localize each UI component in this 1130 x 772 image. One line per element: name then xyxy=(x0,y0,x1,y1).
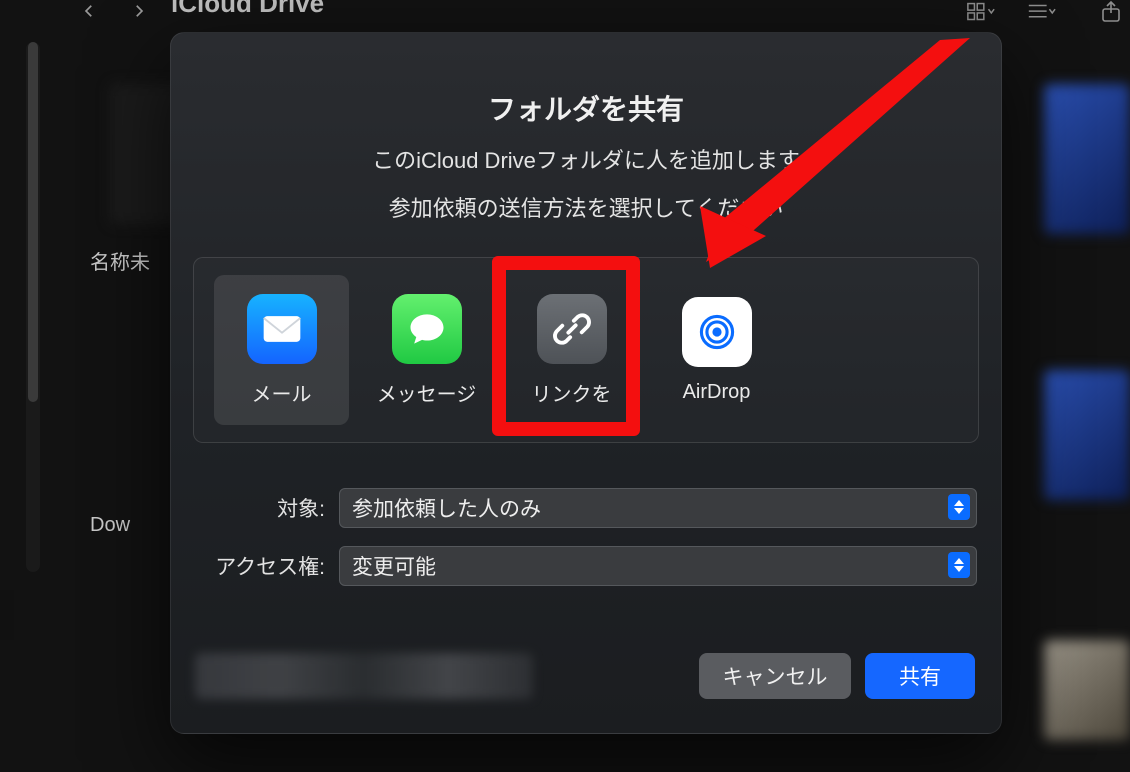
audience-row: 対象: 参加依頼した人のみ xyxy=(195,488,977,528)
share-option-label: メッセージ xyxy=(377,378,477,407)
share-option-label: メール xyxy=(252,378,312,407)
share-option-message[interactable]: メッセージ xyxy=(359,275,494,425)
sidebar-item-stub xyxy=(0,590,14,640)
sidebar-scrollbar[interactable] xyxy=(26,42,40,572)
file-thumb xyxy=(1044,370,1130,500)
audience-label: 対象: xyxy=(195,493,325,523)
forward-button[interactable] xyxy=(125,0,153,22)
annotation-highlight-box xyxy=(492,256,640,436)
file-thumb xyxy=(1044,84,1130,234)
message-icon xyxy=(392,294,462,364)
cancel-button[interactable]: キャンセル xyxy=(699,653,851,699)
location-title: iCloud Drive xyxy=(171,0,324,19)
dialog-instruction: 参加依頼の送信方法を選択してください xyxy=(171,191,1001,223)
file-thumb xyxy=(1044,640,1130,740)
redacted-info xyxy=(195,653,533,699)
permission-select[interactable]: 変更可能 xyxy=(339,546,977,586)
share-button[interactable]: 共有 xyxy=(865,653,975,699)
share-toolbar-icon[interactable] xyxy=(1096,0,1126,29)
dialog-subtitle: このiCloud Driveフォルダに人を追加します xyxy=(171,143,1001,175)
audience-value: 参加依頼した人のみ xyxy=(352,493,541,523)
select-stepper-icon xyxy=(948,552,970,578)
back-button[interactable] xyxy=(75,0,103,22)
mail-icon xyxy=(247,294,317,364)
dialog-title: フォルダを共有 xyxy=(171,88,1001,128)
permission-label: アクセス権: xyxy=(195,551,325,581)
select-stepper-icon xyxy=(948,494,970,520)
view-mode-icon-grid[interactable] xyxy=(966,0,996,29)
permission-value: 変更可能 xyxy=(352,551,436,581)
audience-select[interactable]: 参加依頼した人のみ xyxy=(339,488,977,528)
group-icon[interactable] xyxy=(1026,0,1056,29)
airdrop-icon xyxy=(682,297,752,367)
permission-row: アクセス権: 変更可能 xyxy=(195,546,977,586)
folder-label: 名称未 xyxy=(90,246,150,275)
share-option-airdrop[interactable]: AirDrop xyxy=(649,275,784,425)
share-option-mail[interactable]: メール xyxy=(214,275,349,425)
folder-label: Dow xyxy=(90,514,130,537)
share-option-label: AirDrop xyxy=(683,381,751,404)
finder-toolbar: iCloud Drive xyxy=(75,0,1130,24)
scrollbar-thumb[interactable] xyxy=(28,42,38,402)
